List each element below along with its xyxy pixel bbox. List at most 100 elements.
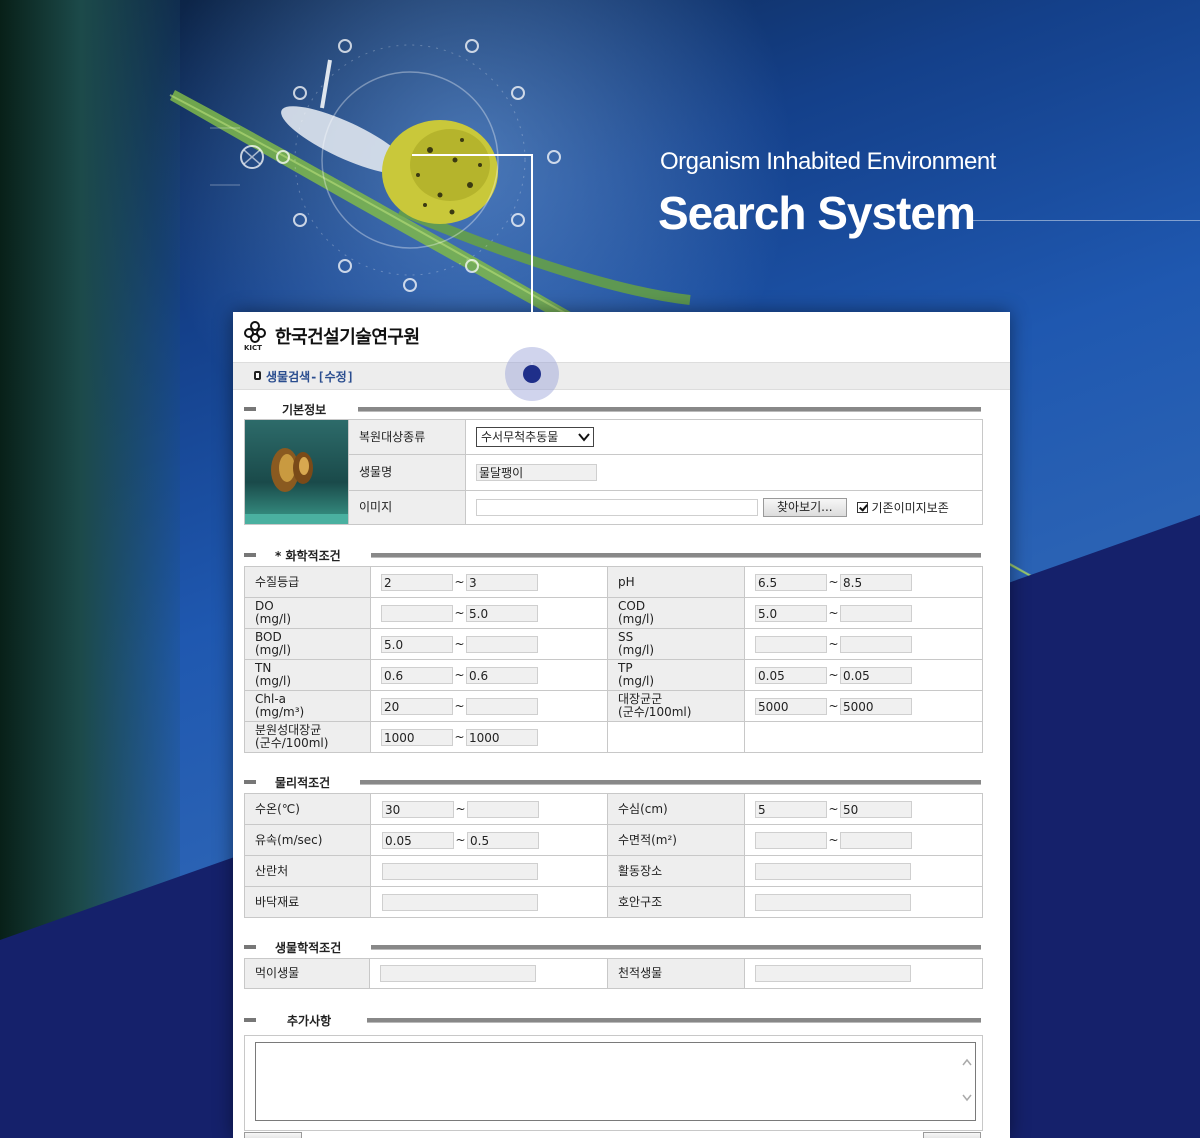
chemical-conditions-table: 수질등급 2 ~3 pH 6.5 ~8.5 DO (mg/l) ~5.0 COD (mg/l) 5… (244, 566, 983, 753)
extra-notes-textarea[interactable] (255, 1042, 976, 1121)
chem-left-3-max-input[interactable]: 0.6 (466, 666, 538, 684)
hero-title: Search System (658, 187, 976, 239)
form-screenshot-panel: KICT 한국건설기술연구원 생물검색-[수정] 기본정보 복원대상종류 수서무… (233, 312, 1010, 1138)
range-tilde: ~ (454, 730, 465, 744)
phys-label-right: 활동장소 (607, 855, 745, 887)
chem-right-0-min-input[interactable]: 6.5 (755, 573, 827, 591)
table-row: 산란처 활동장소 (244, 855, 983, 887)
table-row: 유속(m/sec) 0.05 ~0.5 수면적(m²) ~ (244, 824, 983, 856)
chem-label-right: 대장균군 (군수/100ml) (607, 690, 745, 722)
hero-title-rule (970, 220, 1200, 221)
bullet-icon (254, 371, 261, 380)
chem-right-0-max-input[interactable]: 8.5 (840, 573, 912, 591)
section-chemical-label: * 화학적조건 (275, 549, 341, 563)
keep-image-checkbox[interactable] (856, 501, 868, 513)
chem-right-2-max-input[interactable] (840, 635, 912, 653)
section-extra-title: 추가사항 (244, 1012, 981, 1028)
chem-left-1-max-input[interactable]: 5.0 (466, 604, 538, 622)
table-row: 분원성대장균 (군수/100ml) 1000 ~1000 (244, 721, 983, 753)
chem-right-2-min-input[interactable] (755, 635, 827, 653)
chem-right-1-min-input[interactable]: 5.0 (755, 604, 827, 622)
chem-label-left: BOD (mg/l) (244, 628, 371, 660)
chem-right-4-min-input[interactable]: 5000 (755, 697, 827, 715)
chem-label-right: TP (mg/l) (607, 659, 745, 691)
chem-right-3-min-input[interactable]: 0.05 (755, 666, 827, 684)
phys-right-1-max-input[interactable] (840, 831, 912, 849)
breadcrumb[interactable]: 생물검색-[수정] (266, 368, 354, 385)
phys-left-0-max-input[interactable] (467, 800, 539, 818)
organism-name-input[interactable]: 물달팽이 (476, 463, 597, 481)
bottom-left-button[interactable] (244, 1132, 302, 1138)
phys-right-0-max-input[interactable]: 50 (840, 800, 912, 818)
range-tilde: ~ (454, 575, 465, 589)
phys-right-3-input[interactable] (755, 893, 911, 911)
phys-right-1-min-input[interactable] (755, 831, 827, 849)
prey-organism-input[interactable] (380, 965, 536, 982)
phys-left-2-input[interactable] (382, 862, 538, 880)
chem-label-right: SS (mg/l) (607, 628, 745, 660)
browse-button[interactable]: 찾아보기... (762, 497, 847, 517)
table-row: BOD (mg/l) 5.0 ~ SS (mg/l) ~ (244, 628, 983, 660)
label-prey-organism: 먹이생물 (244, 958, 370, 989)
phys-right-2-input[interactable] (755, 862, 911, 880)
phys-left-1-min-input[interactable]: 0.05 (382, 831, 454, 849)
range-tilde: ~ (828, 637, 839, 651)
physical-conditions-table: 수온(℃) 30 ~ 수심(cm) 5 ~50 유속(m/sec) 0.05 ~0.5 수면적(m… (244, 793, 983, 918)
org-name: 한국건설기술연구원 (275, 327, 420, 348)
chem-right-4-max-input[interactable]: 5000 (840, 697, 912, 715)
phys-left-0-min-input[interactable]: 30 (382, 800, 454, 818)
range-tilde: ~ (828, 606, 839, 620)
textarea-scrollbar[interactable] (959, 1043, 975, 1120)
chem-left-0-min-input[interactable]: 2 (381, 573, 453, 591)
phys-label-left: 바닥재료 (244, 886, 371, 918)
image-file-input[interactable] (476, 498, 758, 516)
section-chemical-title: * 화학적조건 (244, 547, 981, 563)
chem-left-0-max-input[interactable]: 3 (466, 573, 538, 591)
range-tilde: ~ (828, 699, 839, 713)
range-tilde: ~ (454, 668, 465, 682)
target-type-select[interactable]: 수서무척추동물 (476, 427, 594, 448)
phys-label-left: 산란처 (244, 855, 371, 887)
chem-label-right (607, 721, 745, 753)
chem-left-3-min-input[interactable]: 0.6 (381, 666, 453, 684)
table-row: 수질등급 2 ~3 pH 6.5 ~8.5 (244, 566, 983, 598)
range-tilde: ~ (454, 637, 465, 651)
chem-left-5-max-input[interactable]: 1000 (466, 728, 538, 746)
basic-info-table: 복원대상종류 수서무척추동물 생물명 물달팽이 이미지 찾아보기... 기존이미… (244, 418, 983, 526)
empty-cell (744, 721, 983, 753)
range-tilde: ~ (828, 802, 839, 816)
breadcrumb-bar: 생물검색-[수정] (233, 362, 1010, 390)
bottom-right-button[interactable] (923, 1132, 981, 1138)
range-tilde: ~ (828, 668, 839, 682)
phys-right-0-min-input[interactable]: 5 (755, 800, 827, 818)
table-row: TN (mg/l) 0.6 ~0.6 TP (mg/l) 0.05 ~0.05 (244, 659, 983, 691)
chem-left-4-max-input[interactable] (466, 697, 538, 715)
chem-right-3-max-input[interactable]: 0.05 (840, 666, 912, 684)
label-predator-organism: 천적생물 (607, 958, 745, 989)
chem-left-4-min-input[interactable]: 20 (381, 697, 453, 715)
chem-left-2-min-input[interactable]: 5.0 (381, 635, 453, 653)
chem-left-2-max-input[interactable] (466, 635, 538, 653)
chem-right-1-max-input[interactable] (840, 604, 912, 622)
label-organism-name: 생물명 (348, 454, 466, 491)
table-row: Chl-a (mg/m³) 20 ~ 대장균군 (군수/100ml) 5000 ~5000 (244, 690, 983, 722)
target-type-value: 수서무척추동물 (481, 430, 559, 445)
phys-left-3-input[interactable] (382, 893, 538, 911)
range-tilde: ~ (455, 833, 466, 847)
chem-left-1-min-input[interactable] (381, 604, 453, 622)
hero-subtitle: Organism Inhabited Environment (660, 148, 996, 175)
label-image: 이미지 (348, 489, 466, 526)
scroll-up-icon (962, 1058, 972, 1066)
phys-label-left: 유속(m/sec) (244, 824, 371, 856)
chem-left-5-min-input[interactable]: 1000 (381, 728, 453, 746)
range-tilde: ~ (828, 833, 839, 847)
predator-organism-input[interactable] (755, 965, 911, 982)
section-physical-label: 물리적조건 (275, 776, 331, 790)
keep-image-label: 기존이미지보존 (871, 500, 949, 515)
phys-left-1-max-input[interactable]: 0.5 (467, 831, 539, 849)
scroll-down-icon (962, 1094, 972, 1102)
logo-text: KICT (244, 344, 262, 352)
organism-photo (244, 419, 349, 525)
phys-label-right: 수면적(m²) (607, 824, 745, 856)
chem-label-left: Chl-a (mg/m³) (244, 690, 371, 722)
